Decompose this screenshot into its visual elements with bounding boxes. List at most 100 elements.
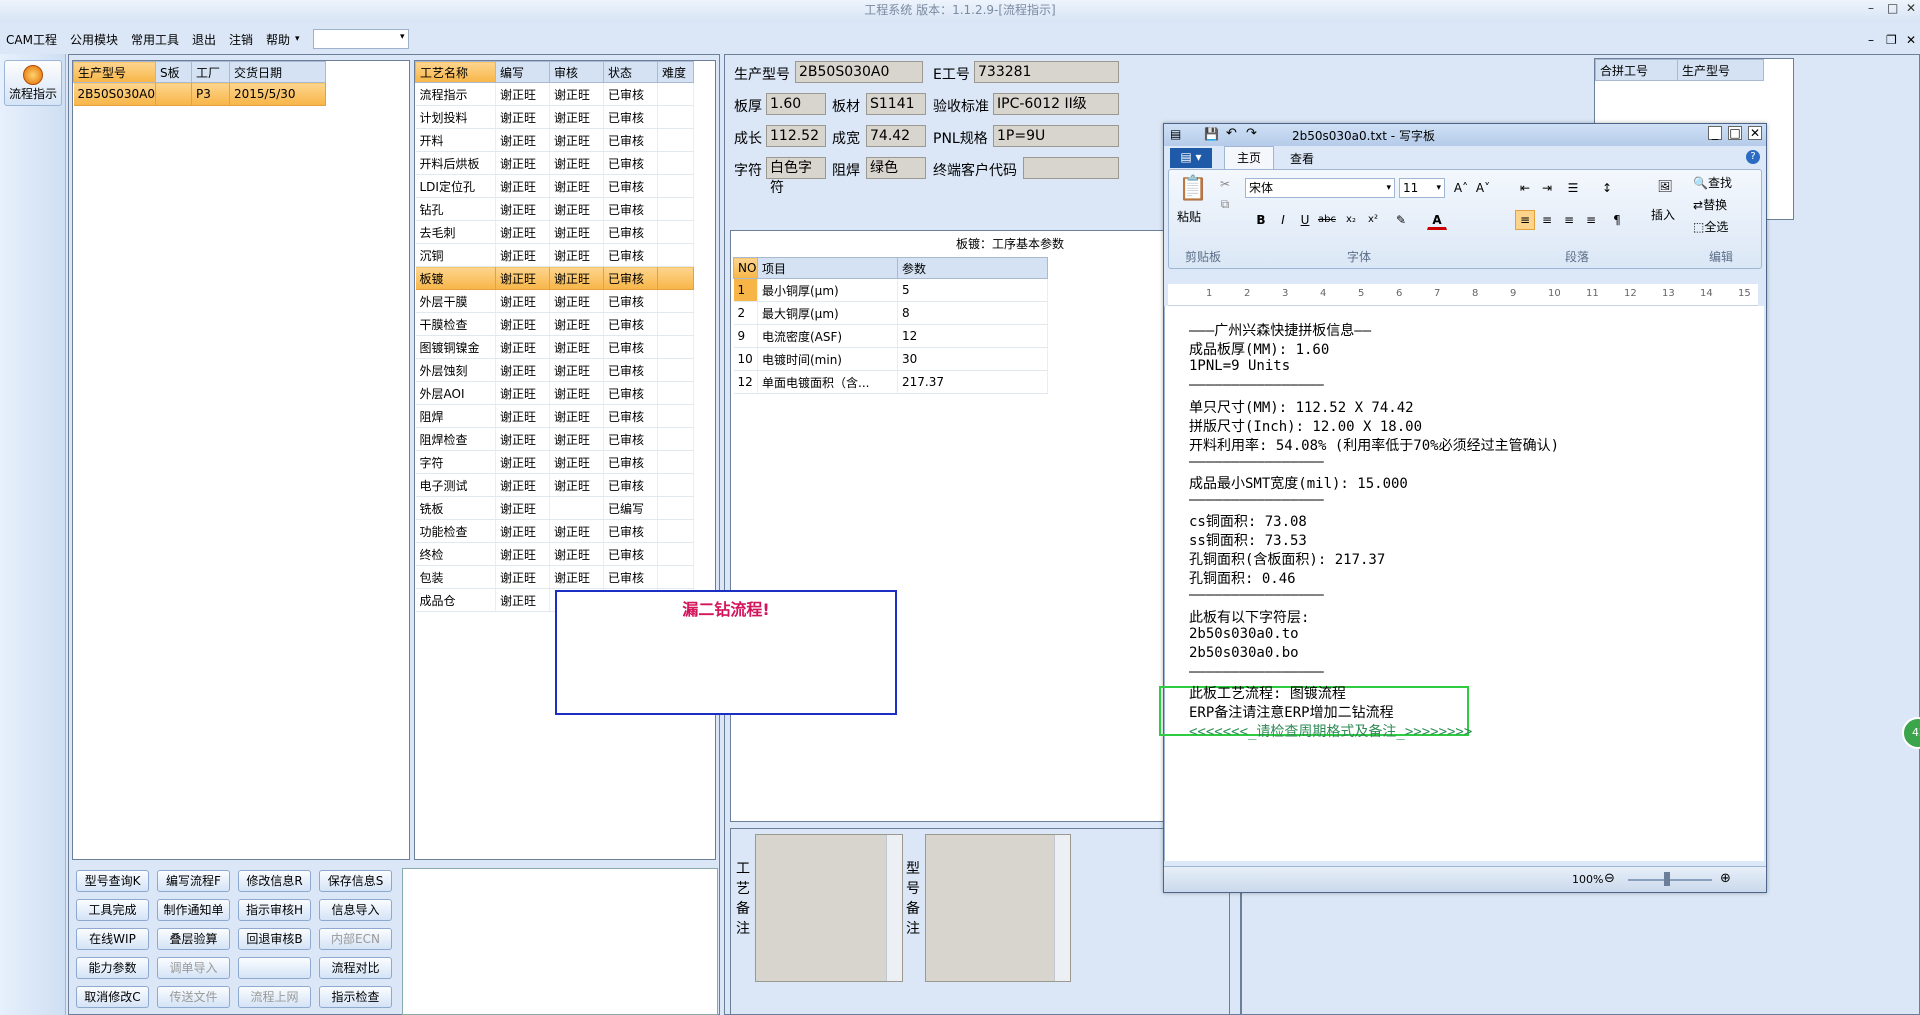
col-difficulty[interactable]: 难度 — [657, 61, 694, 83]
highlight-icon[interactable]: ✎ — [1391, 210, 1411, 230]
field-length[interactable]: 112.52 — [766, 125, 826, 147]
col-merge-model[interactable]: 生产型号 — [1677, 59, 1764, 81]
zoom-out-icon[interactable]: ⊖ — [1604, 871, 1615, 886]
action-button[interactable]: 传送文件 — [157, 986, 230, 1008]
zoom-slider-thumb[interactable] — [1664, 872, 1670, 886]
model-memo-field[interactable] — [925, 834, 1071, 982]
line-spacing-icon[interactable]: ↕ — [1597, 178, 1617, 198]
table-row[interactable]: 终检 谢正旺 谢正旺 已审核 — [415, 542, 694, 566]
document-area[interactable]: ———广州兴森快捷拼板信息—— 成品板厚(MM): 1.60 1PNL=9 Unit… — [1159, 306, 1764, 861]
menu-cam[interactable]: CAM工程 — [6, 31, 57, 48]
maximize-icon[interactable]: □ — [1887, 1, 1898, 15]
action-button[interactable]: 指示检查 — [319, 986, 392, 1008]
action-button[interactable]: 修改信息R — [238, 870, 311, 892]
superscript-icon[interactable]: x² — [1363, 210, 1383, 230]
col-process-name[interactable]: 工艺名称 — [415, 61, 496, 83]
font-size-select[interactable]: 11 ▾ — [1399, 178, 1445, 198]
action-button[interactable]: 信息导入 — [319, 899, 392, 921]
align-right-icon[interactable]: ≡ — [1559, 210, 1579, 230]
ruler[interactable]: 1 2 3 4 5 6 7 8 9 10 11 12 13 14 15 — [1168, 284, 1758, 306]
close-icon[interactable]: ✕ — [1906, 1, 1916, 15]
zoom-slider[interactable] — [1628, 879, 1712, 881]
col-reviewer[interactable]: 审核 — [549, 61, 604, 83]
wordpad-maximize-icon[interactable]: □ — [1728, 126, 1742, 140]
col-merge-job[interactable]: 合拼工号 — [1595, 59, 1678, 81]
align-left-icon[interactable]: ≡ — [1515, 210, 1535, 230]
menu-help[interactable]: 帮助 — [266, 31, 290, 48]
action-button[interactable]: 型号查询K — [76, 870, 149, 892]
mdi-restore-icon[interactable]: ❐ — [1886, 33, 1897, 47]
select-all-button[interactable]: ⬚全选 — [1693, 218, 1728, 235]
table-row[interactable]: 2 最大铜厚(μm) 8 — [733, 301, 1048, 325]
copy-icon[interactable]: ⧉ — [1215, 194, 1235, 214]
save-icon[interactable]: 💾 — [1204, 127, 1219, 141]
process-memo-field[interactable] — [755, 834, 903, 982]
table-row[interactable]: 字符 谢正旺 谢正旺 已审核 — [415, 450, 694, 474]
bullets-icon[interactable]: ☰ — [1563, 178, 1583, 198]
field-material[interactable]: S1141 — [866, 93, 926, 115]
tab-view[interactable]: 查看 — [1290, 150, 1314, 167]
table-row[interactable]: 外层AOI 谢正旺 谢正旺 已审核 — [415, 381, 694, 405]
table-row[interactable]: 电子测试 谢正旺 谢正旺 已审核 — [415, 473, 694, 497]
col-model[interactable]: 生产型号 — [72, 61, 157, 83]
action-button[interactable]: 在线WIP — [76, 928, 149, 950]
table-row[interactable]: 包装 谢正旺 谢正旺 已审核 — [415, 565, 694, 589]
action-button[interactable]: 流程上网 — [238, 986, 311, 1008]
justify-icon[interactable]: ≡ — [1581, 210, 1601, 230]
table-row[interactable]: LDI定位孔 谢正旺 谢正旺 已审核 — [415, 174, 694, 198]
wordpad-close-icon[interactable]: ✕ — [1748, 126, 1762, 140]
menu-logout[interactable]: 注销 — [229, 31, 253, 48]
increase-indent-icon[interactable]: ⇥ — [1537, 178, 1557, 198]
wordpad-minimize-icon[interactable]: _ — [1708, 126, 1722, 140]
grow-font-icon[interactable]: A˄ — [1451, 178, 1471, 198]
action-button[interactable]: 流程对比 — [319, 957, 392, 979]
col-item[interactable]: 项目 — [757, 257, 898, 279]
help-dropdown-icon[interactable]: ▾ — [295, 34, 300, 44]
paste-button[interactable]: 粘贴 — [1177, 208, 1201, 225]
col-writer[interactable]: 编写 — [495, 61, 550, 83]
field-model[interactable]: 2B50S030A0 — [795, 61, 923, 83]
table-row[interactable]: 板镀 谢正旺 谢正旺 已审核 — [415, 266, 694, 290]
process-instruction-nav-button[interactable]: 流程指示 — [4, 60, 62, 106]
table-row[interactable]: 开料后烘板 谢正旺 谢正旺 已审核 — [415, 151, 694, 175]
table-row[interactable]: 流程指示 谢正旺 谢正旺 已审核 — [415, 82, 694, 106]
col-delivery-date[interactable]: 交货日期 — [229, 61, 327, 83]
table-row[interactable]: 2B50S030A0 P3 2015/5/30 — [73, 82, 327, 106]
field-e-no[interactable]: 733281 — [974, 61, 1119, 83]
table-row[interactable]: 功能检查 谢正旺 谢正旺 已审核 — [415, 519, 694, 543]
minimize-icon[interactable]: – — [1868, 1, 1874, 15]
cut-icon[interactable]: ✂ — [1215, 174, 1235, 194]
action-button[interactable]: 调单导入 — [157, 957, 230, 979]
table-row[interactable]: 图镀铜镍金 谢正旺 谢正旺 已审核 — [415, 335, 694, 359]
font-name-select[interactable]: 宋体 ▾ — [1245, 178, 1395, 198]
menu-common-tools[interactable]: 常用工具 — [131, 31, 179, 48]
underline-icon[interactable]: U — [1295, 210, 1315, 230]
field-solder[interactable]: 绿色 — [866, 157, 926, 179]
action-button[interactable]: 取消修改C — [76, 986, 149, 1008]
table-row[interactable]: 阻焊 谢正旺 谢正旺 已审核 — [415, 404, 694, 428]
action-button[interactable]: 制作通知单 — [157, 899, 230, 921]
redo-icon[interactable]: ↷ — [1246, 126, 1257, 141]
table-row[interactable]: 沉铜 谢正旺 谢正旺 已审核 — [415, 243, 694, 267]
help-icon[interactable]: ? — [1746, 150, 1760, 164]
action-button[interactable] — [238, 957, 311, 979]
col-factory[interactable]: 工厂 — [191, 61, 231, 83]
insert-picture-icon[interactable]: 🖼 — [1651, 176, 1679, 200]
table-row[interactable]: 钻孔 谢正旺 谢正旺 已审核 — [415, 197, 694, 221]
table-row[interactable]: 去毛刺 谢正旺 谢正旺 已审核 — [415, 220, 694, 244]
col-s-board[interactable]: S板 — [155, 61, 193, 83]
undo-icon[interactable]: ↶ — [1226, 126, 1237, 141]
action-button[interactable]: 保存信息S — [319, 870, 392, 892]
menu-combo-box[interactable] — [312, 29, 409, 49]
mdi-minimize-icon[interactable]: – — [1868, 33, 1874, 47]
zoom-in-icon[interactable]: ⊕ — [1720, 871, 1731, 886]
menu-public-modules[interactable]: 公用模块 — [70, 31, 118, 48]
paste-icon[interactable]: 📋 — [1177, 174, 1209, 204]
action-button[interactable]: 能力参数 — [76, 957, 149, 979]
menu-exit[interactable]: 退出 — [192, 31, 216, 48]
align-center-icon[interactable]: ≡ — [1537, 210, 1557, 230]
memo-scrollbar[interactable] — [886, 835, 902, 981]
table-row[interactable]: 10 电镀时间(min) 30 — [733, 347, 1048, 371]
action-button[interactable]: 回退审核B — [238, 928, 311, 950]
field-pnl[interactable]: 1P=9U — [993, 125, 1119, 147]
